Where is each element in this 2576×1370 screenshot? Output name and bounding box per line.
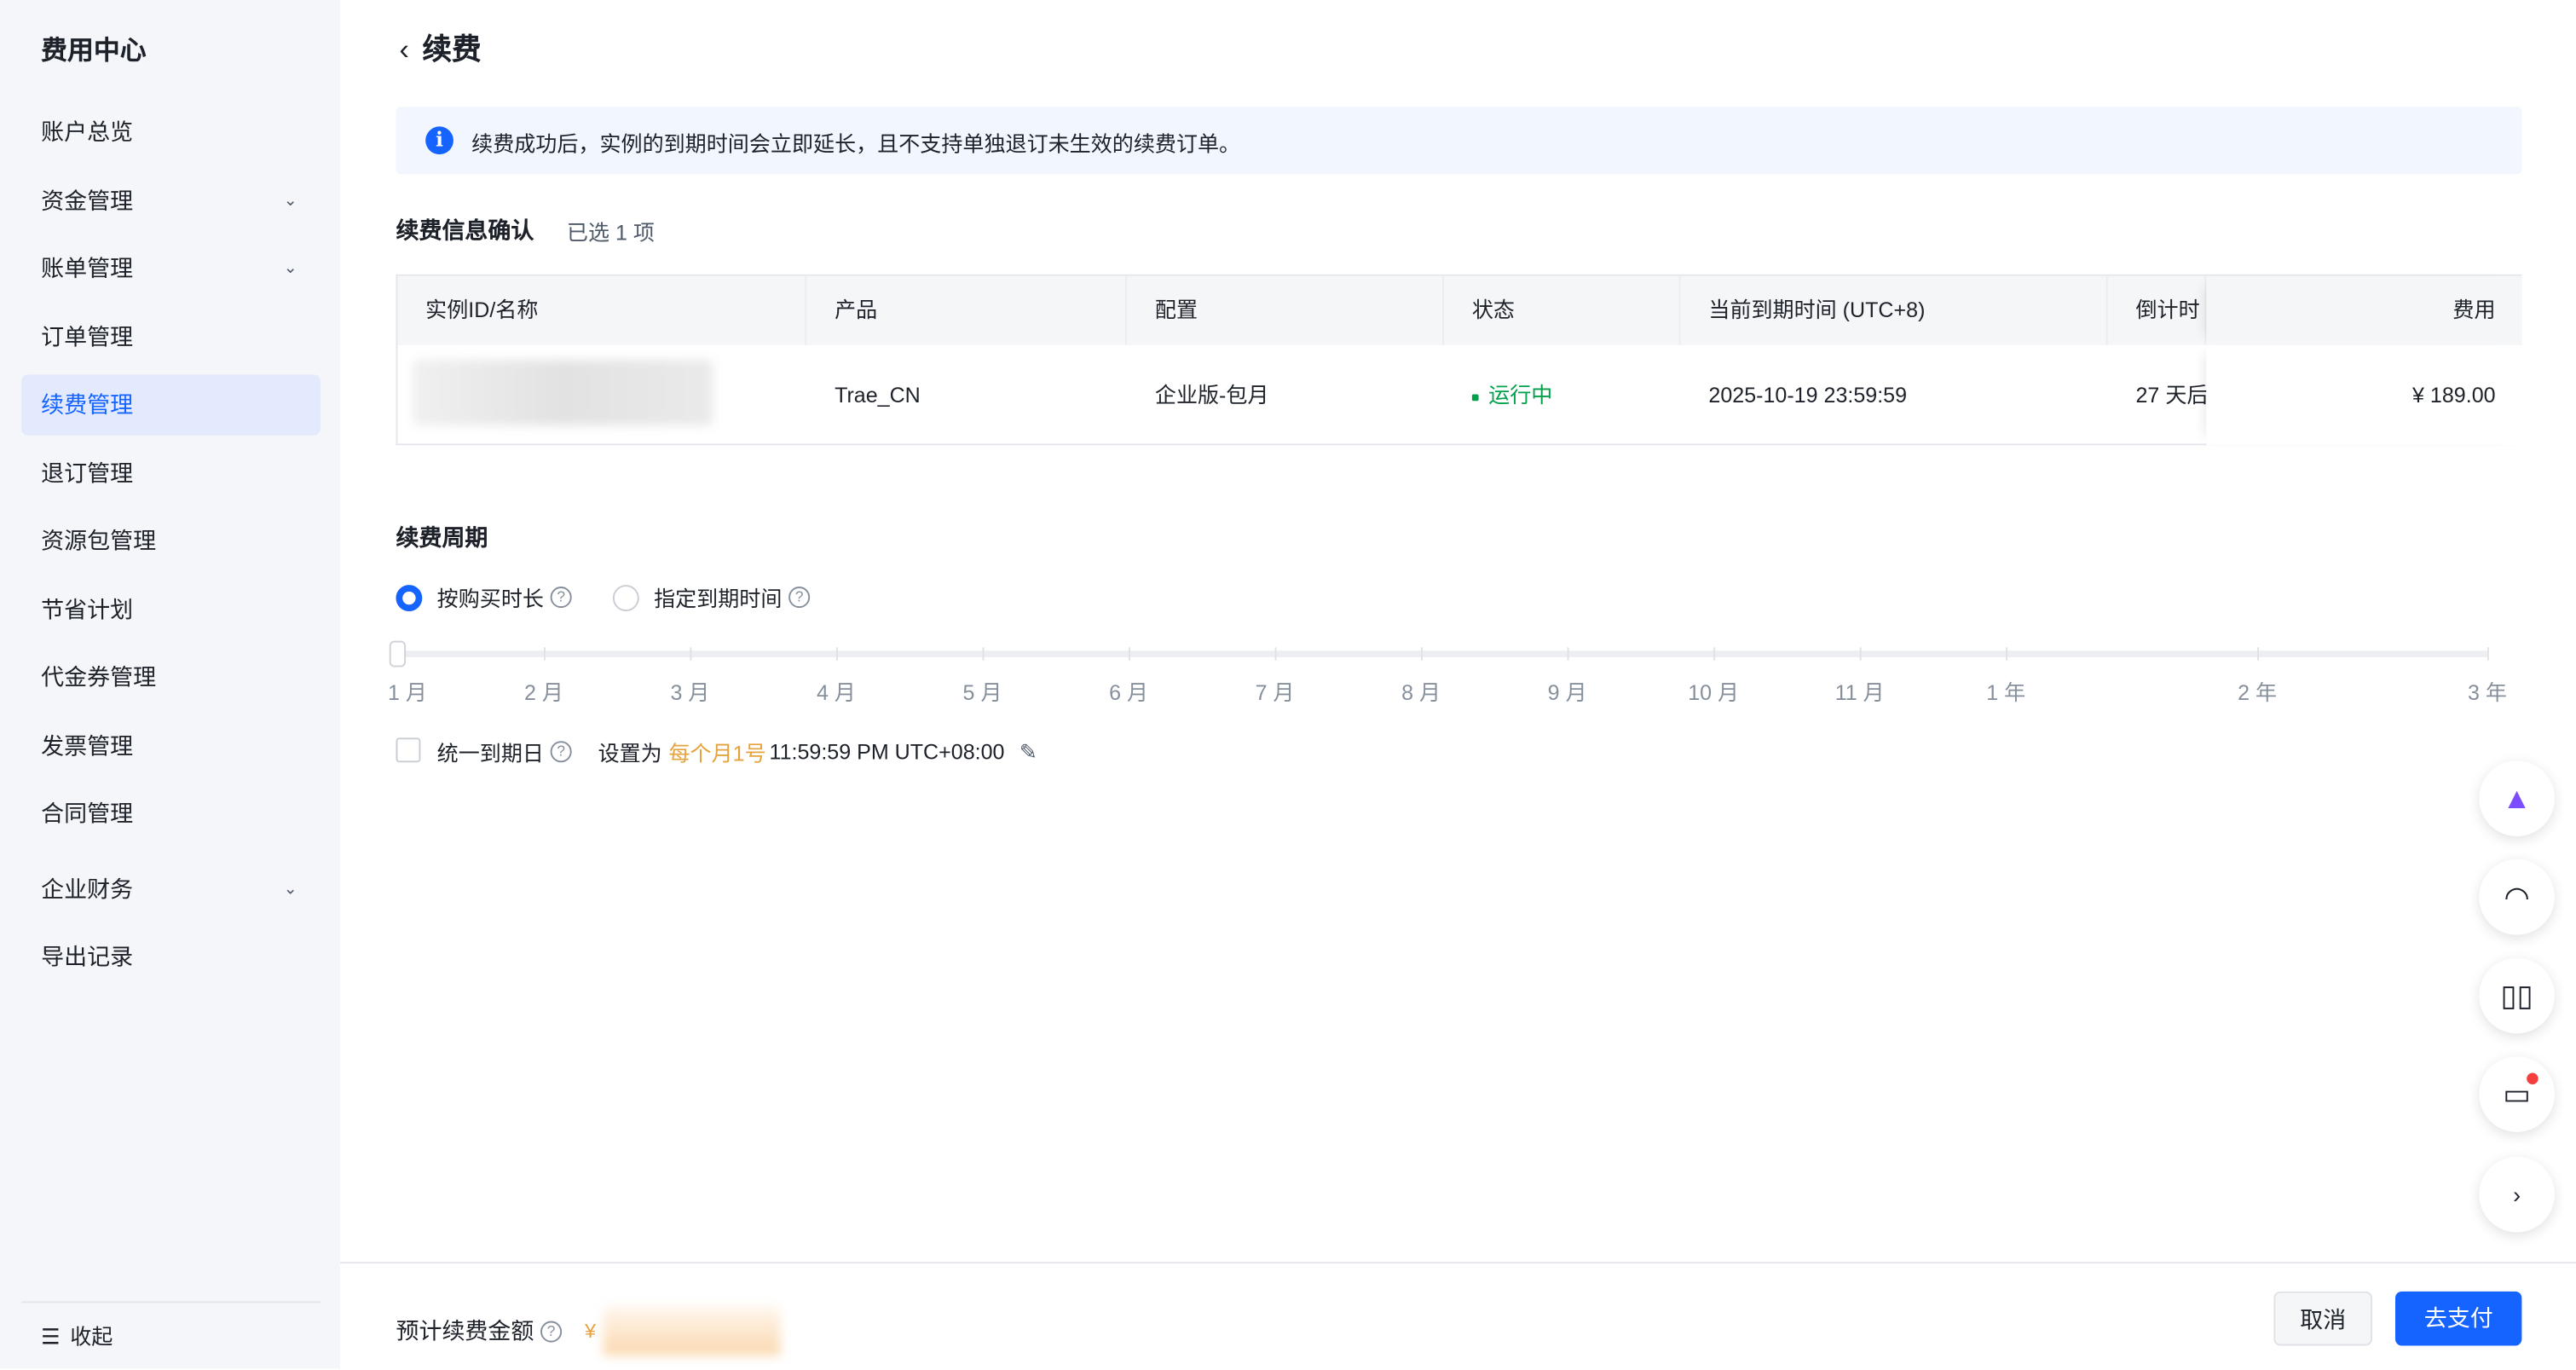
slider-tick: [690, 647, 692, 661]
sidebar-item[interactable]: 账单管理 ⌄: [21, 238, 321, 298]
sidebar-item[interactable]: 资金管理 ⌄: [21, 171, 321, 231]
edit-icon[interactable]: ✎: [1019, 738, 1037, 765]
slider-tick-label[interactable]: 2 年: [2238, 675, 2277, 707]
banner-text: 续费成功后，实例的到期时间会立即延长，且不支持单独退订未生效的续费订单。: [471, 131, 1241, 157]
slider-tick-label[interactable]: 7 月: [1256, 675, 1295, 707]
page-title: ‹ 续费: [399, 32, 482, 66]
slider-tick-label[interactable]: 2 月: [524, 675, 563, 707]
slider-tick-label[interactable]: 3 月: [670, 675, 709, 707]
slider-tick-label[interactable]: 10 月: [1688, 675, 1739, 707]
cancel-button[interactable]: 取消: [2273, 1291, 2373, 1346]
support-headset-icon[interactable]: ◠: [2479, 858, 2555, 935]
period-slider-track[interactable]: [397, 650, 2489, 657]
slider-tick-label[interactable]: 5 月: [963, 675, 1002, 707]
column-header: 状态: [1444, 275, 1681, 345]
slider-tick: [1859, 647, 1862, 661]
notification-dot: [2527, 1072, 2538, 1085]
period-title: 续费周期: [396, 523, 488, 551]
collapse-button[interactable]: ☰ 收起: [41, 1320, 113, 1351]
footer-bar: 预计续费金额? ¥ 取消 去支付: [339, 1262, 2576, 1370]
docs-book-icon[interactable]: ▯▯: [2479, 957, 2555, 1034]
chevron-down-icon: ⌄: [283, 259, 297, 278]
sidebar-item[interactable]: 代金券管理: [21, 647, 321, 708]
feedback-message-icon[interactable]: ▭: [2479, 1056, 2555, 1132]
slider-tick-label[interactable]: 11 月: [1835, 675, 1885, 707]
info-icon: i: [425, 126, 453, 155]
config-cell: 企业版-包月: [1154, 383, 1269, 408]
slider-tick-label[interactable]: 8 月: [1401, 675, 1441, 707]
status-badge: 运行中: [1444, 345, 1552, 446]
slider-tick: [1274, 647, 1277, 661]
sidebar-item[interactable]: 资源包管理: [21, 511, 321, 571]
fee-cell: ¥ 189.00: [2206, 344, 2522, 446]
period-slider-handle[interactable]: [389, 640, 407, 668]
sidebar-title: 费用中心: [41, 38, 147, 66]
info-banner: i 续费成功后，实例的到期时间会立即延长，且不支持单独退订未生效的续费订单。: [396, 107, 2522, 175]
sidebar-item[interactable]: 节省计划: [21, 580, 321, 640]
sidebar-item[interactable]: 合同管理: [21, 783, 321, 844]
selected-count: 已选 1 项: [566, 220, 655, 246]
estimate: 预计续费金额? ¥: [396, 1306, 780, 1356]
help-icon[interactable]: ?: [788, 587, 811, 609]
help-icon[interactable]: ?: [550, 741, 572, 763]
slider-tick: [1567, 647, 1569, 661]
column-header: 配置: [1127, 275, 1445, 345]
renew-table: 实例ID/名称 产品 配置 状态 当前到期时间 (UTC+8) 倒计时 费用 T…: [396, 274, 2522, 446]
slider-tick-label[interactable]: 3 年: [2468, 675, 2507, 707]
expand-chevron-icon[interactable]: ›: [2479, 1156, 2555, 1233]
slider-tick-label[interactable]: 4 月: [817, 675, 856, 707]
product-cell: Trae_CN: [835, 383, 921, 408]
divider: [21, 1301, 321, 1304]
slider-tick: [543, 647, 546, 661]
radio-checked-icon: [396, 584, 423, 610]
slider-tick: [835, 647, 838, 661]
expire-cell: 2025-10-19 23:59:59: [1708, 383, 1908, 408]
back-chevron-icon[interactable]: ‹: [399, 33, 409, 66]
radio-unchecked-icon: [612, 584, 639, 610]
column-header: 倒计时: [2107, 275, 2207, 345]
unify-row: 统一到期日? 设置为 每个月1号 11:59:59 PM UTC+08:00 ✎: [436, 738, 1037, 766]
confirm-title: 续费信息确认: [396, 217, 534, 244]
help-icon[interactable]: ?: [550, 587, 572, 609]
column-header: 当前到期时间 (UTC+8): [1680, 275, 2108, 345]
slider-tick-label[interactable]: 9 月: [1548, 675, 1587, 707]
collapse-icon: ☰: [41, 1324, 61, 1350]
chevron-down-icon: ⌄: [283, 881, 297, 899]
countdown-cell: 27 天后: [2135, 383, 2207, 408]
slider-tick: [1421, 647, 1424, 661]
sidebar-item[interactable]: 退订管理: [21, 443, 321, 504]
column-header: 费用: [2206, 275, 2522, 345]
sidebar-item[interactable]: 发票管理: [21, 716, 321, 777]
slider-tick-label[interactable]: 6 月: [1109, 675, 1148, 707]
ai-assistant-icon[interactable]: ▲: [2479, 760, 2555, 836]
sidebar-item[interactable]: 订单管理: [21, 307, 321, 367]
column-header: 产品: [806, 275, 1128, 345]
sidebar-item[interactable]: 账户总览: [21, 101, 321, 162]
sidebar-item[interactable]: 导出记录: [21, 927, 321, 987]
status-dot-icon: [1471, 393, 1479, 401]
slider-tick: [982, 647, 985, 661]
slider-tick: [2257, 647, 2260, 661]
sidebar-item[interactable]: 企业财务 ⌄: [21, 859, 321, 920]
slider-tick: [2006, 647, 2008, 661]
amount-redacted: [602, 1306, 780, 1356]
column-header: 实例ID/名称: [397, 275, 807, 345]
unify-checkbox[interactable]: [396, 737, 421, 763]
pay-button[interactable]: 去支付: [2395, 1291, 2522, 1346]
slider-tick-label[interactable]: 1 年: [1986, 675, 2025, 707]
sidebar: 费用中心 账户总览资金管理 ⌄ 账单管理 ⌄ 订单管理续费管理退订管理资源包管理节省计划…: [0, 0, 340, 1369]
radio-date[interactable]: 指定到期时间?: [612, 581, 811, 613]
sidebar-item[interactable]: 续费管理: [21, 374, 321, 436]
radio-duration[interactable]: 按购买时长?: [396, 581, 572, 613]
slider-tick: [2486, 647, 2489, 661]
slider-tick: [1129, 647, 1130, 661]
help-icon[interactable]: ?: [540, 1320, 563, 1342]
slider-tick: [1713, 647, 1716, 661]
chevron-down-icon: ⌄: [283, 192, 297, 211]
instance-id-redacted: [412, 360, 713, 426]
slider-tick-label[interactable]: 1 月: [388, 675, 427, 707]
